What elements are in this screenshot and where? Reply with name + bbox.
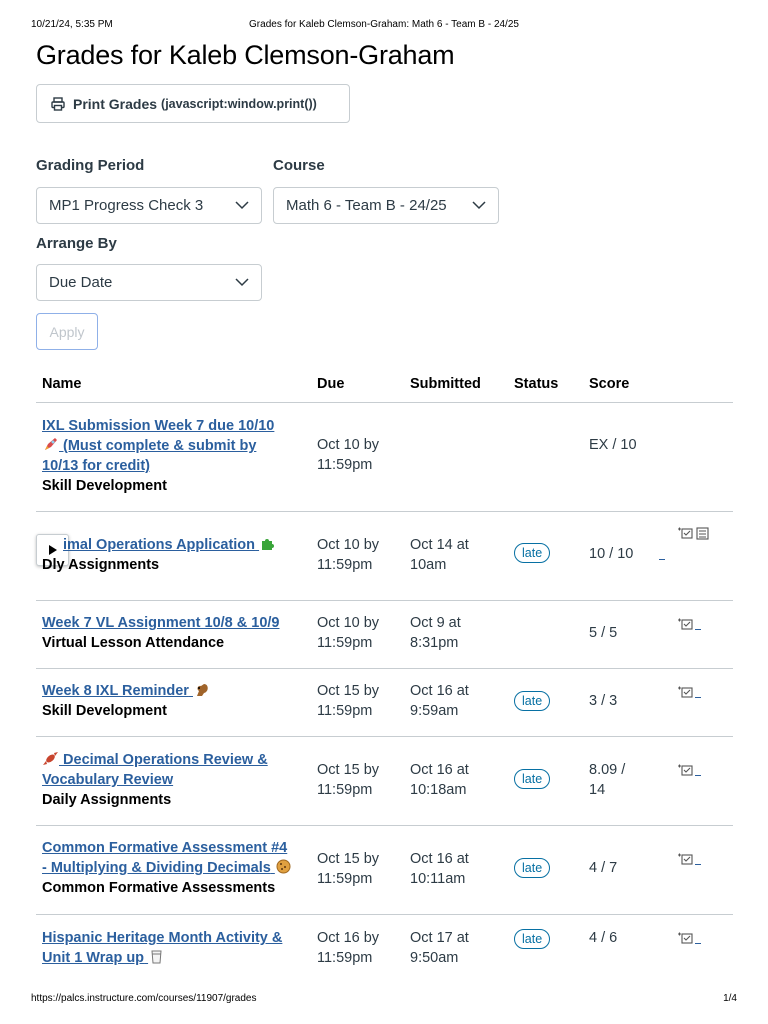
candy-icon bbox=[42, 750, 59, 767]
arrange-by-label: Arrange By bbox=[36, 235, 117, 252]
assignment-category: Common Formative Assessments bbox=[42, 880, 276, 896]
late-badge: late bbox=[514, 858, 551, 878]
print-grades-button[interactable]: Print Grades (javascript:window.print()) bbox=[36, 84, 350, 123]
submitted-date: Oct 16 at 9:59am bbox=[410, 683, 469, 719]
rubric-icon[interactable] bbox=[694, 526, 711, 540]
print-header: 10/21/24, 5:35 PM Grades for Kaleb Clems… bbox=[31, 19, 737, 33]
submitted-date: Oct 16 at 10:11am bbox=[410, 851, 469, 887]
table-row: Common Formative Assessment #4- Multiply… bbox=[36, 826, 733, 915]
score: EX / 10 bbox=[589, 437, 637, 453]
grading-period-label: Grading Period bbox=[36, 157, 145, 174]
details-link[interactable] bbox=[659, 559, 665, 560]
score: 4 / 7 bbox=[589, 860, 618, 876]
due-date: Oct 10 by 11:59pm bbox=[317, 615, 380, 651]
what-if-icon[interactable] bbox=[677, 931, 701, 945]
page-title: Grades for Kaleb Clemson-Graham bbox=[36, 40, 455, 70]
table-row: imal Operations Application Dly Assignme… bbox=[36, 512, 733, 601]
assignment-link[interactable]: IXL Submission Week 7 due 10/10 (Must co… bbox=[42, 418, 274, 474]
course-value: Math 6 - Team B - 24/25 bbox=[286, 197, 447, 214]
cookie-icon bbox=[275, 858, 292, 875]
grading-period-select[interactable]: MP1 Progress Check 3 bbox=[36, 187, 262, 224]
score: 8.09 /14 bbox=[589, 762, 626, 798]
course-label: Course bbox=[273, 157, 325, 174]
assignment-category: Virtual Lesson Attendance bbox=[42, 635, 225, 651]
due-date: Oct 15 by 11:59pm bbox=[317, 683, 380, 719]
what-if-icon[interactable] bbox=[677, 852, 701, 866]
chevron-down-icon bbox=[235, 201, 249, 210]
late-badge: late bbox=[514, 543, 551, 563]
assignment-link[interactable]: Week 7 VL Assignment 10/8 & 10/9 bbox=[42, 615, 279, 631]
assignment-category: Skill Development bbox=[42, 478, 167, 494]
squirrel-icon bbox=[193, 681, 210, 698]
cup-icon bbox=[148, 948, 165, 965]
score: 10 / 10 bbox=[589, 546, 634, 562]
apply-button[interactable]: Apply bbox=[36, 313, 98, 350]
due-date: Oct 16 by 11:59pm bbox=[317, 930, 380, 966]
print-grades-label: Print Grades bbox=[73, 95, 158, 112]
table-row: IXL Submission Week 7 due 10/10 (Must co… bbox=[36, 404, 733, 512]
due-date: Oct 15 by 11:59pm bbox=[317, 762, 380, 798]
assignment-link[interactable]: imal Operations Application bbox=[42, 537, 276, 553]
arrange-by-value: Due Date bbox=[49, 274, 113, 291]
grades-table-header: Name Due Submitted Status Score bbox=[36, 373, 733, 403]
score: 3 / 3 bbox=[589, 693, 618, 709]
due-date: Oct 10 by 11:59pm bbox=[317, 437, 380, 473]
header-submitted: Submitted bbox=[410, 376, 481, 392]
submitted-date: Oct 17 at 9:50am bbox=[410, 930, 469, 966]
submitted-date: Oct 14 at 10am bbox=[410, 537, 469, 573]
what-if-icon[interactable] bbox=[677, 526, 711, 540]
course-select[interactable]: Math 6 - Team B - 24/25 bbox=[273, 187, 499, 224]
header-status: Status bbox=[514, 376, 559, 392]
chevron-down-icon bbox=[472, 201, 486, 210]
assignment-link[interactable]: Hispanic Heritage Month Activity & Unit 1… bbox=[42, 930, 282, 966]
what-if-icon[interactable] bbox=[677, 617, 701, 631]
submitted-date: Oct 16 at 10:18am bbox=[410, 762, 469, 798]
submitted-date: Oct 9 at 8:31pm bbox=[410, 615, 461, 651]
print-url: https://palcs.instructure.com/courses/11… bbox=[31, 993, 257, 1004]
late-badge: late bbox=[514, 929, 551, 949]
header-due: Due bbox=[317, 376, 345, 392]
rocket-icon bbox=[42, 436, 59, 453]
print-grades-aux: (javascript:window.print()) bbox=[161, 96, 317, 111]
what-if-icon[interactable] bbox=[677, 685, 701, 699]
print-page-number: 1/4 bbox=[723, 993, 737, 1004]
due-date: Oct 15 by 11:59pm bbox=[317, 851, 380, 887]
assignment-link[interactable]: Decimal Operations Review & Vocabulary Re… bbox=[42, 752, 268, 788]
late-badge: late bbox=[514, 691, 551, 711]
table-row: Week 8 IXL Reminder Skill Development Oc… bbox=[36, 669, 733, 737]
puzzle-icon bbox=[259, 535, 276, 552]
arrange-by-select[interactable]: Due Date bbox=[36, 264, 262, 301]
assignment-category: Skill Development bbox=[42, 703, 167, 719]
print-page-title: Grades for Kaleb Clemson-Graham: Math 6 … bbox=[249, 19, 519, 30]
grading-period-value: MP1 Progress Check 3 bbox=[49, 197, 204, 214]
score: 5 / 5 bbox=[589, 625, 618, 641]
score: 4 / 6 bbox=[589, 930, 618, 946]
chevron-down-icon bbox=[235, 278, 249, 287]
table-row: Hispanic Heritage Month Activity & Unit 1… bbox=[36, 915, 733, 975]
table-row: Week 7 VL Assignment 10/8 & 10/9 Virtual… bbox=[36, 601, 733, 669]
what-if-icon[interactable] bbox=[677, 763, 701, 777]
assignment-link[interactable]: Common Formative Assessment #4- Multiply… bbox=[42, 840, 292, 876]
header-score: Score bbox=[589, 376, 630, 392]
printer-icon bbox=[51, 96, 65, 111]
due-date: Oct 10 by 11:59pm bbox=[317, 537, 380, 573]
assignment-category: ly Assignments bbox=[52, 557, 160, 573]
assignment-category: Daily Assignments bbox=[42, 792, 172, 808]
late-badge: late bbox=[514, 769, 551, 789]
header-name: Name bbox=[42, 376, 82, 392]
table-row: Decimal Operations Review & Vocabulary Re… bbox=[36, 737, 733, 826]
assignment-link[interactable]: Week 8 IXL Reminder bbox=[42, 683, 210, 699]
